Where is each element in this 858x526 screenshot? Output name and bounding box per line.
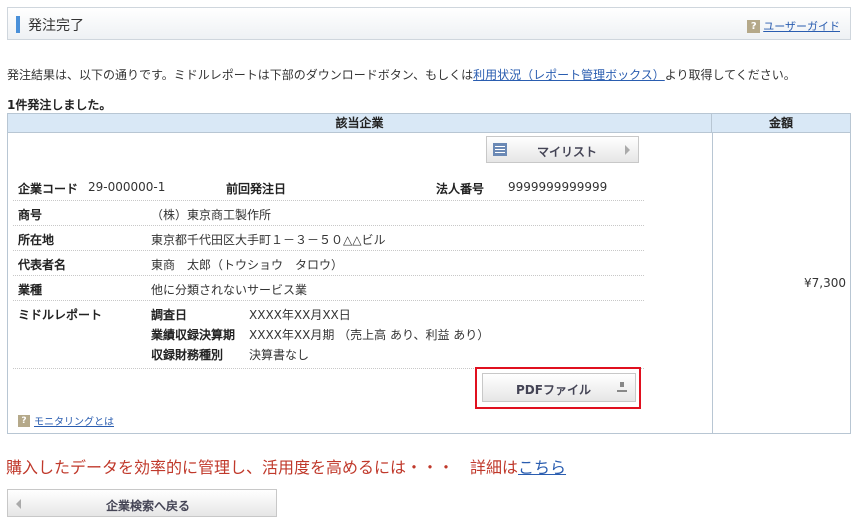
company-code-value: 29-000000-1 bbox=[88, 180, 166, 194]
back-to-search-button[interactable]: 企業検索へ戻る bbox=[7, 489, 277, 517]
chevron-right-icon bbox=[625, 145, 630, 155]
page-header: 発注完了 ? ユーザーガイド bbox=[7, 7, 851, 40]
column-header-amount: 金額 bbox=[712, 114, 850, 133]
industry-value: 他に分類されないサービス業 bbox=[151, 283, 308, 297]
monitoring-help[interactable]: ? モニタリングとは bbox=[18, 413, 114, 428]
promo-message: 購入したデータを効率的に管理し、活用度を高めるには・・・ 詳細はこちら bbox=[6, 454, 566, 478]
chevron-left-icon bbox=[16, 499, 21, 509]
promo-details-link[interactable]: こちら bbox=[518, 458, 566, 477]
order-count: 1件発注しました。 bbox=[7, 98, 112, 112]
page-title: 発注完了 bbox=[28, 18, 84, 34]
back-button-label: 企業検索へ戻る bbox=[106, 499, 191, 513]
address-row: 所在地 東京都千代田区大手町１－３－５０△△ビル bbox=[13, 226, 644, 251]
address-value: 東京都千代田区大手町１－３－５０△△ビル bbox=[151, 233, 386, 247]
pdf-download-button[interactable]: PDFファイル bbox=[482, 373, 636, 402]
intro-text-before: 発注結果は、以下の通りです。ミドルレポートは下部のダウンロードボタン、もしくは bbox=[7, 68, 474, 82]
user-guide[interactable]: ? ユーザーガイド bbox=[747, 18, 840, 34]
header-accent-bar bbox=[16, 16, 20, 33]
corp-number-label: 法人番号 bbox=[436, 182, 485, 196]
survey-date-value: XXXX年XX月XX日 bbox=[249, 308, 351, 322]
industry-row: 業種 他に分類されないサービス業 bbox=[13, 276, 644, 301]
survey-date-label: 調査日 bbox=[151, 308, 188, 322]
user-guide-link[interactable]: ユーザーガイド bbox=[763, 18, 840, 34]
intro-text-after: より取得してください。 bbox=[664, 68, 796, 82]
pdf-button-label: PDFファイル bbox=[516, 383, 591, 397]
representative-value: 東商 太郎（トウショウ タロウ） bbox=[151, 258, 344, 272]
company-code-row: 企業コード 29-000000-1 前回発注日 法人番号 99999999999… bbox=[13, 174, 644, 201]
company-name-label: 商号 bbox=[18, 208, 43, 222]
corp-number-value: 9999999999999 bbox=[508, 180, 608, 194]
help-icon: ? bbox=[747, 19, 761, 33]
financial-type-value: 決算書なし bbox=[249, 348, 310, 362]
fiscal-period-label: 業績収録決算期 bbox=[151, 328, 236, 342]
amount-value: ¥7,300 bbox=[804, 276, 846, 290]
help-icon: ? bbox=[18, 414, 30, 427]
monitoring-link[interactable]: モニタリングとは bbox=[34, 413, 114, 428]
mylist-button[interactable]: マイリスト bbox=[486, 136, 639, 163]
middle-report-label: ミドルレポート bbox=[18, 308, 103, 322]
mylist-button-label: マイリスト bbox=[537, 145, 598, 159]
download-icon bbox=[617, 382, 627, 392]
company-name-value: （株）東京商工製作所 bbox=[151, 208, 272, 222]
company-name-row: 商号 （株）東京商工製作所 bbox=[13, 201, 644, 226]
middle-report-row: ミドルレポート 調査日 XXXX年XX月XX日 業績収録決算期 XXXX年XX月… bbox=[13, 301, 644, 369]
fiscal-period-value: XXXX年XX月期 （売上高 あり、利益 あり） bbox=[249, 328, 490, 342]
financial-type-label: 収録財務種別 bbox=[151, 348, 224, 362]
address-label: 所在地 bbox=[18, 233, 55, 247]
column-divider bbox=[712, 133, 713, 433]
industry-label: 業種 bbox=[18, 283, 43, 297]
order-result-table: 該当企業 金額 ¥7,300 マイリスト 企業コード 29-000000-1 前… bbox=[7, 113, 851, 434]
report-box-link[interactable]: 利用状況（レポート管理ボックス） bbox=[473, 68, 665, 82]
intro-text: 発注結果は、以下の通りです。ミドルレポートは下部のダウンロードボタン、もしくは利… bbox=[7, 66, 796, 83]
prev-order-label: 前回発注日 bbox=[226, 182, 287, 196]
promo-text: 購入したデータを効率的に管理し、活用度を高めるには・・・ 詳細は bbox=[6, 458, 519, 477]
list-icon bbox=[493, 143, 507, 156]
column-header-company: 該当企業 bbox=[8, 114, 712, 133]
representative-label: 代表者名 bbox=[18, 258, 67, 272]
representative-row: 代表者名 東商 太郎（トウショウ タロウ） bbox=[13, 251, 644, 276]
company-code-label: 企業コード bbox=[18, 182, 79, 196]
